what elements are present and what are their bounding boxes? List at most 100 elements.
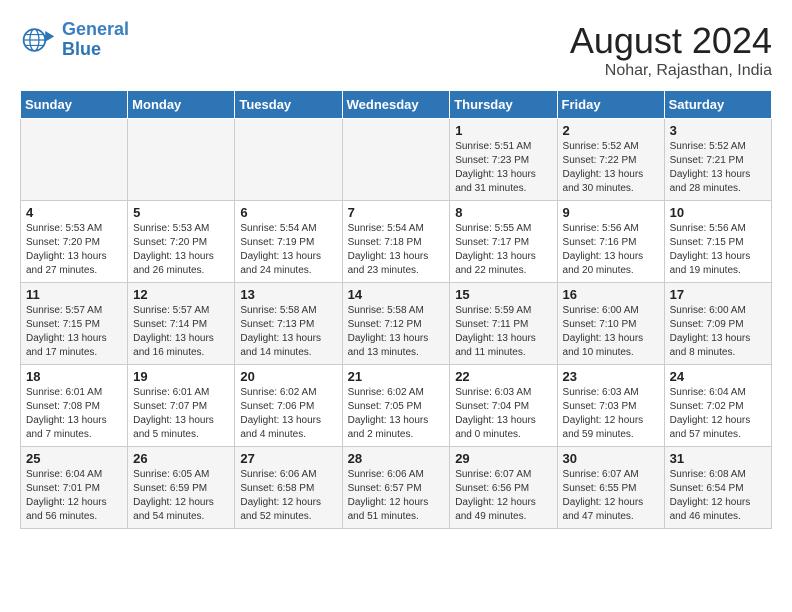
day-info: Sunrise: 5:59 AMSunset: 7:11 PMDaylight:…	[455, 304, 551, 360]
calendar-cell: 1Sunrise: 5:51 AMSunset: 7:23 PMDaylight…	[450, 119, 557, 201]
day-number: 20	[240, 369, 336, 384]
day-header-friday: Friday	[557, 91, 664, 119]
info-line: Sunset: 7:02 PM	[670, 401, 744, 412]
day-info: Sunrise: 5:57 AMSunset: 7:14 PMDaylight:…	[133, 304, 229, 360]
info-line: Daylight: 13 hours	[240, 251, 321, 262]
day-header-wednesday: Wednesday	[342, 91, 450, 119]
info-line: and 31 minutes.	[455, 183, 526, 194]
info-line: Sunrise: 5:53 AM	[26, 223, 102, 234]
info-line: Sunset: 6:59 PM	[133, 483, 207, 494]
calendar-cell	[128, 119, 235, 201]
calendar-cell: 28Sunrise: 6:06 AMSunset: 6:57 PMDayligh…	[342, 447, 450, 529]
info-line: Sunset: 7:01 PM	[26, 483, 100, 494]
info-line: and 20 minutes.	[563, 265, 634, 276]
info-line: Sunrise: 5:54 AM	[348, 223, 424, 234]
day-number: 16	[563, 287, 659, 302]
info-line: Sunset: 6:58 PM	[240, 483, 314, 494]
calendar-cell: 12Sunrise: 5:57 AMSunset: 7:14 PMDayligh…	[128, 283, 235, 365]
calendar-cell: 16 Sunrise: 6:00 AMSunset: 7:10 PMDayligh…	[557, 283, 664, 365]
info-line: Daylight: 13 hours	[455, 251, 536, 262]
info-line: Sunrise: 5:58 AM	[240, 305, 316, 316]
day-info: Sunrise: 5:54 AM Sunset: 7:18 PM Daylight:…	[348, 222, 445, 278]
logo-text: General Blue	[62, 20, 129, 60]
info-line: Daylight: 12 hours	[26, 497, 107, 508]
info-line: Daylight: 13 hours	[133, 415, 214, 426]
info-line: Sunrise: 5:53 AM	[133, 223, 209, 234]
info-line: Daylight: 13 hours	[563, 169, 644, 180]
info-line: Daylight: 13 hours	[26, 251, 107, 262]
calendar-week-1: 1Sunrise: 5:51 AMSunset: 7:23 PMDaylight…	[21, 119, 772, 201]
day-info: Sunrise: 6:02 AMSunset: 7:05 PMDaylight:…	[348, 386, 445, 442]
info-line: Sunrise: 5:52 AM	[670, 141, 746, 152]
day-header-tuesday: Tuesday	[235, 91, 342, 119]
logo-icon	[20, 22, 56, 58]
info-line: Sunrise: 6:02 AM	[240, 387, 316, 398]
day-info: Sunrise: 5:56 AMSunset: 7:16 PMDaylight:…	[563, 222, 659, 278]
calendar-week-5: 25Sunrise: 6:04 AMSunset: 7:01 PMDayligh…	[21, 447, 772, 529]
day-info: Sunrise: 6:00 AMSunset: 7:10 PMDaylight:…	[563, 304, 659, 360]
info-line: Sunrise: 5:58 AM	[348, 305, 424, 316]
info-line: Sunrise: 5:57 AM	[133, 305, 209, 316]
calendar-week-2: 4Sunrise: 5:53 AMSunset: 7:20 PMDaylight…	[21, 201, 772, 283]
info-line: and 23 minutes.	[348, 265, 419, 276]
info-line: Sunset: 7:03 PM	[563, 401, 637, 412]
info-line: Daylight: 12 hours	[455, 497, 536, 508]
info-line: Sunset: 6:54 PM	[670, 483, 744, 494]
info-line: Sunrise: 5:56 AM	[563, 223, 639, 234]
info-line: and 2 minutes.	[348, 429, 414, 440]
info-line: and 54 minutes.	[133, 511, 204, 522]
info-line: and 51 minutes.	[348, 511, 419, 522]
info-line: Sunrise: 6:03 AM	[563, 387, 639, 398]
calendar-table: SundayMondayTuesdayWednesdayThursdayFrid…	[20, 90, 772, 529]
info-line: Daylight: 13 hours	[348, 415, 429, 426]
day-info: Sunrise: 6:07 AMSunset: 6:55 PMDaylight:…	[563, 468, 659, 524]
calendar-week-4: 18Sunrise: 6:01 AMSunset: 7:08 PMDayligh…	[21, 365, 772, 447]
info-line: Sunset: 7:21 PM	[670, 155, 744, 166]
info-line: and 24 minutes.	[240, 265, 311, 276]
info-line: Sunrise: 5:54 AM	[240, 223, 316, 234]
day-number: 5	[133, 205, 229, 220]
calendar-cell: 21 Sunrise: 6:02 AMSunset: 7:05 PMDayligh…	[342, 365, 450, 447]
info-line: Sunrise: 6:06 AM	[240, 469, 316, 480]
info-line: Sunset: 7:06 PM	[240, 401, 314, 412]
info-line: Sunset: 7:18 PM	[348, 237, 422, 248]
day-number: 12	[133, 287, 229, 302]
info-line: Daylight: 13 hours	[348, 333, 429, 344]
info-line: Sunset: 7:19 PM	[240, 237, 314, 248]
info-line: Daylight: 13 hours	[455, 169, 536, 180]
calendar-cell: 15Sunrise: 5:59 AMSunset: 7:11 PMDayligh…	[450, 283, 557, 365]
info-line: Daylight: 12 hours	[563, 497, 644, 508]
day-number: 13	[240, 287, 336, 302]
info-line: Sunrise: 5:59 AM	[455, 305, 531, 316]
info-line: and 0 minutes.	[455, 429, 521, 440]
info-line: Daylight: 12 hours	[563, 415, 644, 426]
info-line: Sunset: 7:12 PM	[348, 319, 422, 330]
calendar-cell: 14 Sunrise: 5:58 AM Sunset: 7:12 PM Dayligh…	[342, 283, 450, 365]
info-line: Sunrise: 6:03 AM	[455, 387, 531, 398]
info-line: and 13 minutes.	[348, 347, 419, 358]
info-line: Sunrise: 6:04 AM	[670, 387, 746, 398]
day-number: 14	[348, 287, 445, 302]
info-line: Daylight: 13 hours	[563, 251, 644, 262]
info-line: Sunset: 7:22 PM	[563, 155, 637, 166]
day-info: Sunrise: 6:01 AMSunset: 7:07 PMDaylight:…	[133, 386, 229, 442]
day-number: 7	[348, 205, 445, 220]
info-line: Daylight: 13 hours	[348, 251, 429, 262]
calendar-cell: 20 Sunrise: 6:02 AM Sunset: 7:06 PM Dayligh…	[235, 365, 342, 447]
info-line: Sunset: 6:55 PM	[563, 483, 637, 494]
calendar-cell	[342, 119, 450, 201]
info-line: Daylight: 13 hours	[670, 333, 751, 344]
info-line: and 26 minutes.	[133, 265, 204, 276]
info-line: Sunset: 7:14 PM	[133, 319, 207, 330]
day-number: 26	[133, 451, 229, 466]
info-line: Daylight: 13 hours	[240, 415, 321, 426]
day-info: Sunrise: 6:08 AMSunset: 6:54 PMDaylight:…	[670, 468, 766, 524]
info-line: Sunset: 7:17 PM	[455, 237, 529, 248]
day-number: 21	[348, 369, 445, 384]
calendar-cell	[21, 119, 128, 201]
info-line: Daylight: 13 hours	[670, 169, 751, 180]
calendar-cell: 18Sunrise: 6:01 AMSunset: 7:08 PMDayligh…	[21, 365, 128, 447]
info-line: Sunset: 7:20 PM	[26, 237, 100, 248]
info-line: Sunrise: 5:57 AM	[26, 305, 102, 316]
info-line: Sunset: 7:08 PM	[26, 401, 100, 412]
